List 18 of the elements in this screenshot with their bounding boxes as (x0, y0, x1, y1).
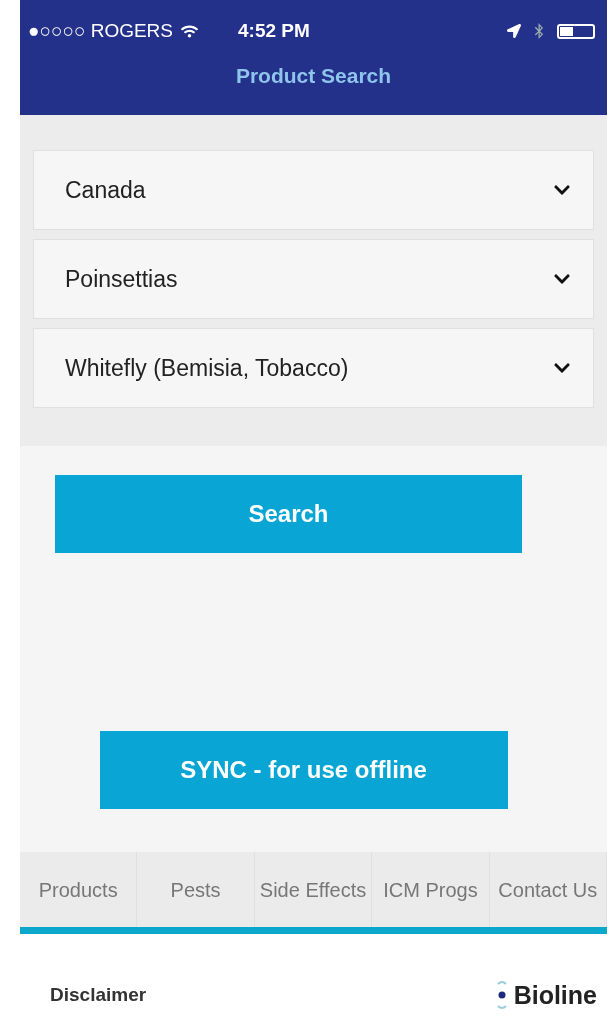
dropdown-field[interactable]: Poinsettias (33, 239, 594, 319)
nav-tab[interactable]: Contact Us (489, 852, 608, 927)
nav-tab[interactable]: ICM Progs (372, 852, 490, 927)
brand-logo: Bioline (513, 980, 597, 1010)
nav-tab[interactable]: Side Effects (254, 852, 373, 927)
dropdown-field[interactable]: Whitefly (Bemisia, Tobacco) (33, 328, 594, 408)
page-title: Product Search (234, 64, 393, 88)
clock-time: 4:52 PM (238, 20, 311, 42)
battery-icon (557, 23, 595, 39)
disclaimer-link[interactable]: Disclaimer (50, 984, 147, 1006)
sync-button[interactable]: SYNC - for use offline (99, 731, 508, 809)
location-icon (507, 24, 521, 38)
carrier: ●○○○○ ROGERS (28, 20, 173, 42)
nav-tab[interactable]: Products (20, 852, 138, 927)
dropdown-field[interactable]: Canada (33, 150, 594, 230)
dot-icon (495, 980, 508, 1010)
nav-tab[interactable]: Pests (137, 852, 255, 927)
search-button[interactable]: Search (55, 475, 522, 553)
